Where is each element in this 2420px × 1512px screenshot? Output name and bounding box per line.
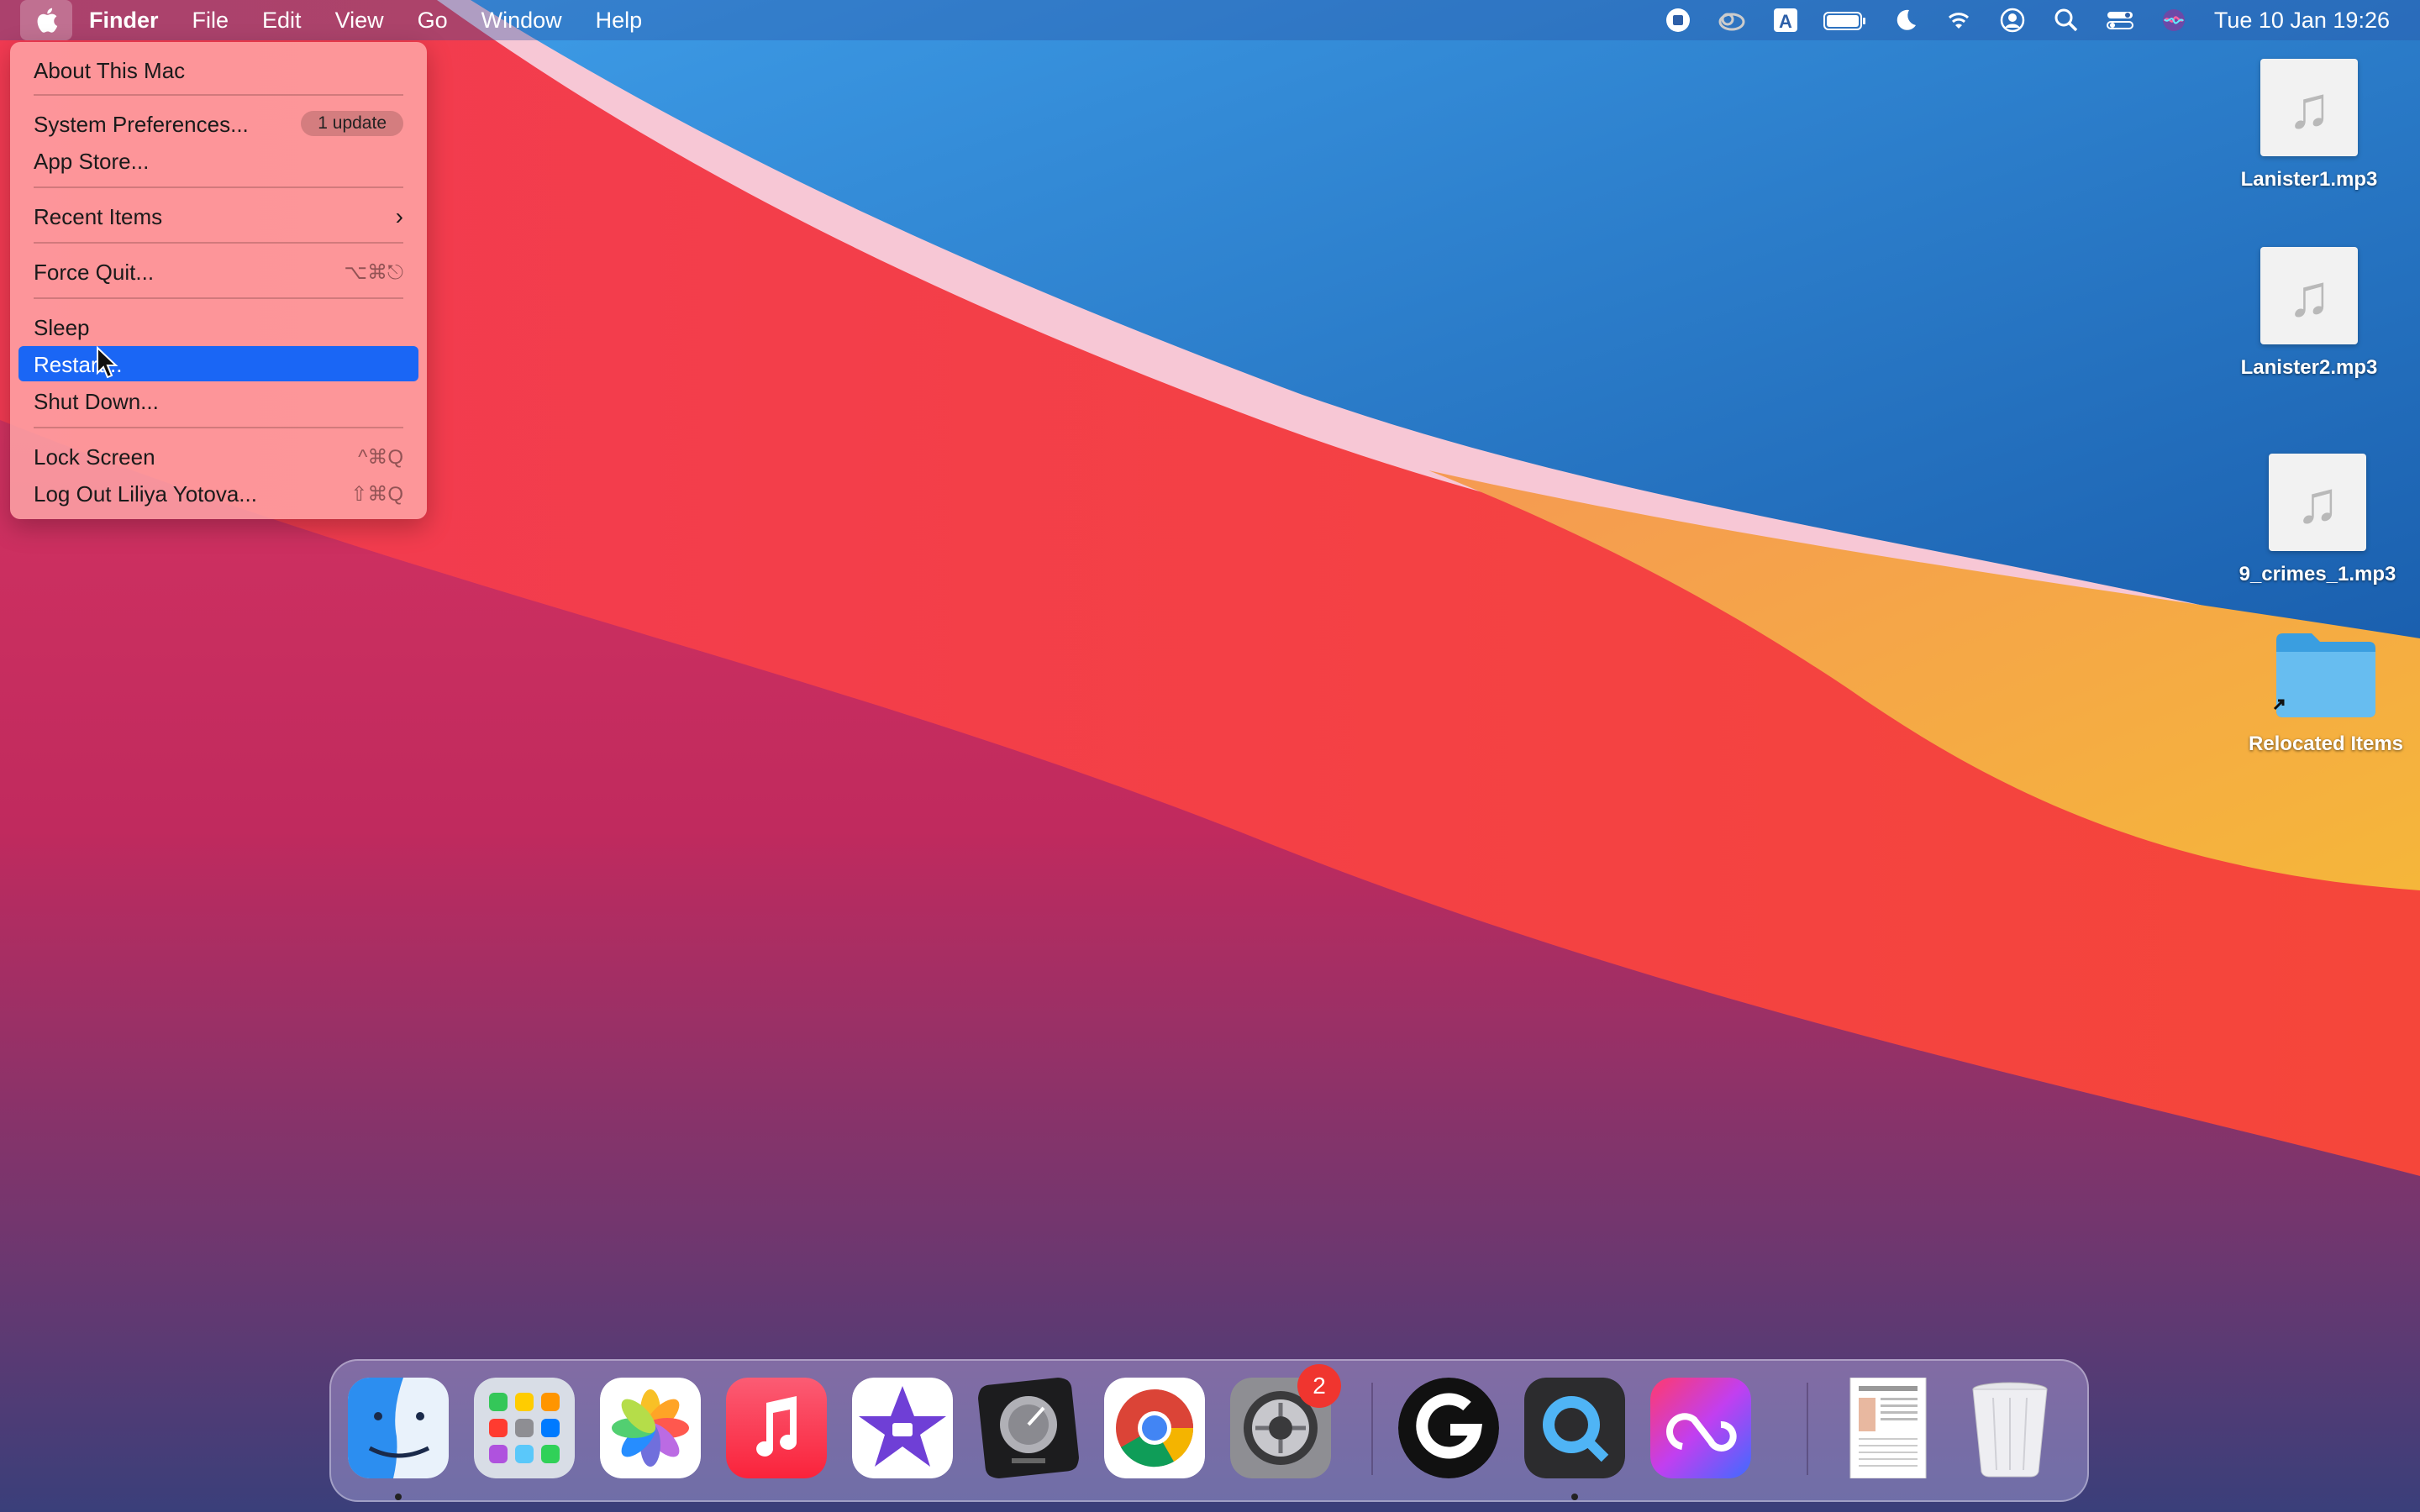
- menu-item-restart[interactable]: Restart...: [18, 346, 418, 381]
- running-indicator: [395, 1494, 402, 1500]
- dock-app-quicktime-player[interactable]: [1524, 1378, 1625, 1478]
- finder-icon: [348, 1378, 449, 1478]
- menu-item-label: System Preferences...: [34, 112, 249, 137]
- menu-edit[interactable]: Edit: [245, 0, 318, 40]
- input-source-icon[interactable]: A: [1769, 0, 1802, 40]
- chrome-icon: [1104, 1378, 1205, 1478]
- menu-app-finder[interactable]: Finder: [72, 0, 176, 40]
- chevron-right-icon: ›: [395, 203, 403, 229]
- menu-bar: Finder File Edit View Go Window Help A T…: [0, 0, 2420, 40]
- dock-app-music[interactable]: [726, 1378, 827, 1478]
- desktop-file-9-crimes[interactable]: ♫ 9_crimes_1.mp3: [2233, 454, 2402, 586]
- menu-item-label: App Store...: [34, 149, 150, 174]
- menu-separator: [34, 297, 403, 299]
- quicktime-icon: [1524, 1378, 1625, 1478]
- screen-record-icon[interactable]: [1661, 0, 1695, 40]
- menu-item-sleep[interactable]: Sleep: [18, 309, 418, 344]
- battery-icon[interactable]: [1823, 0, 1868, 40]
- logic-pro-icon: [978, 1378, 1079, 1478]
- menu-item-lock-screen[interactable]: Lock Screen ^⌘Q: [18, 438, 418, 474]
- dock-app-logic-pro[interactable]: [978, 1378, 1079, 1478]
- menu-item-label: Shut Down...: [34, 389, 159, 414]
- desktop-file-lanister1[interactable]: ♫ Lanister1.mp3: [2225, 59, 2393, 192]
- notification-badge: 2: [1297, 1364, 1341, 1408]
- menu-item-label: Log Out Liliya Yotova...: [34, 481, 257, 507]
- update-badge: 1 update: [301, 111, 403, 136]
- dock-trash[interactable]: [1960, 1378, 2060, 1478]
- shortcut-hint: ⌥⌘⎋: [344, 261, 403, 284]
- dock-app-logitech-g-hub[interactable]: [1398, 1378, 1499, 1478]
- dock-separator: [1371, 1383, 1373, 1475]
- svg-text:A: A: [1779, 11, 1792, 32]
- dock-app-finder[interactable]: [348, 1378, 449, 1478]
- creative-cloud-icon[interactable]: [1715, 0, 1749, 40]
- dock-app-google-chrome[interactable]: [1104, 1378, 1205, 1478]
- folder-alias-icon: [2273, 633, 2375, 717]
- desktop-file-lanister2[interactable]: ♫ Lanister2.mp3: [2225, 247, 2393, 380]
- shortcut-hint: ⇧⌘Q: [350, 483, 403, 506]
- menu-item-label: Lock Screen: [34, 444, 155, 470]
- menu-item-label: About This Mac: [34, 58, 186, 83]
- menu-item-label: Force Quit...: [34, 260, 155, 285]
- music-icon: [726, 1378, 827, 1478]
- desktop-file-name: Relocated Items: [2248, 732, 2404, 755]
- audio-file-icon: ♫: [2260, 59, 2358, 156]
- photos-icon: [600, 1378, 701, 1478]
- menu-item-app-store[interactable]: App Store...: [18, 143, 418, 178]
- spotlight-search-icon[interactable]: [2049, 0, 2083, 40]
- apple-menu-button[interactable]: [20, 0, 72, 40]
- logitech-g-icon: [1398, 1378, 1499, 1478]
- menu-separator: [34, 94, 403, 96]
- apple-logo-icon: [37, 8, 58, 33]
- menu-item-about-this-mac[interactable]: About This Mac: [18, 52, 418, 87]
- trash-icon: [1972, 1382, 2048, 1478]
- document-thumbnail-icon: [1849, 1378, 1927, 1478]
- dock-app-launchpad[interactable]: [474, 1378, 575, 1478]
- menu-separator: [34, 242, 403, 244]
- control-center-icon[interactable]: [2103, 0, 2137, 40]
- user-icon[interactable]: [1996, 0, 2029, 40]
- creative-cloud-icon: [1650, 1378, 1751, 1478]
- menu-item-log-out[interactable]: Log Out Liliya Yotova... ⇧⌘Q: [18, 475, 418, 511]
- dock-document-stack[interactable]: [1833, 1378, 1934, 1478]
- menu-item-system-preferences[interactable]: System Preferences... 1 update: [18, 106, 418, 141]
- menu-window[interactable]: Window: [465, 0, 579, 40]
- mouse-cursor-icon: [97, 346, 118, 379]
- dock-separator: [1807, 1383, 1808, 1475]
- menu-separator: [34, 186, 403, 188]
- menu-item-recent-items[interactable]: Recent Items ›: [18, 198, 418, 234]
- siri-icon[interactable]: [2157, 0, 2191, 40]
- dock: 2: [329, 1359, 2089, 1502]
- running-indicator: [1571, 1494, 1578, 1500]
- wifi-icon[interactable]: [1942, 0, 1975, 40]
- menu-separator: [34, 427, 403, 428]
- menu-view[interactable]: View: [318, 0, 401, 40]
- desktop-file-name: Lanister1.mp3: [2240, 168, 2378, 191]
- launchpad-icon: [474, 1378, 575, 1478]
- menu-item-label: Recent Items: [34, 204, 163, 229]
- audio-file-icon: ♫: [2269, 454, 2366, 551]
- menu-item-force-quit[interactable]: Force Quit... ⌥⌘⎋: [18, 254, 418, 289]
- focus-moon-icon[interactable]: [1888, 0, 1922, 40]
- dock-app-imovie[interactable]: [852, 1378, 953, 1478]
- menu-go[interactable]: Go: [401, 0, 465, 40]
- audio-file-icon: ♫: [2260, 247, 2358, 344]
- menu-item-label: Sleep: [34, 315, 90, 340]
- imovie-icon: [852, 1378, 953, 1478]
- dock-app-photos[interactable]: [600, 1378, 701, 1478]
- desktop-folder-relocated-items[interactable]: Relocated Items: [2242, 628, 2410, 756]
- menu-help[interactable]: Help: [579, 0, 660, 40]
- menu-file[interactable]: File: [176, 0, 246, 40]
- shortcut-hint: ^⌘Q: [358, 446, 403, 469]
- desktop-file-name: Lanister2.mp3: [2240, 356, 2378, 379]
- menu-item-shut-down[interactable]: Shut Down...: [18, 383, 418, 418]
- apple-menu-dropdown: About This Mac System Preferences... 1 u…: [10, 42, 427, 519]
- desktop-file-name: 9_crimes_1.mp3: [2238, 563, 2396, 585]
- dock-app-creative-cloud[interactable]: [1650, 1378, 1751, 1478]
- menu-bar-clock[interactable]: Tue 10 Jan 19:26: [2214, 8, 2390, 34]
